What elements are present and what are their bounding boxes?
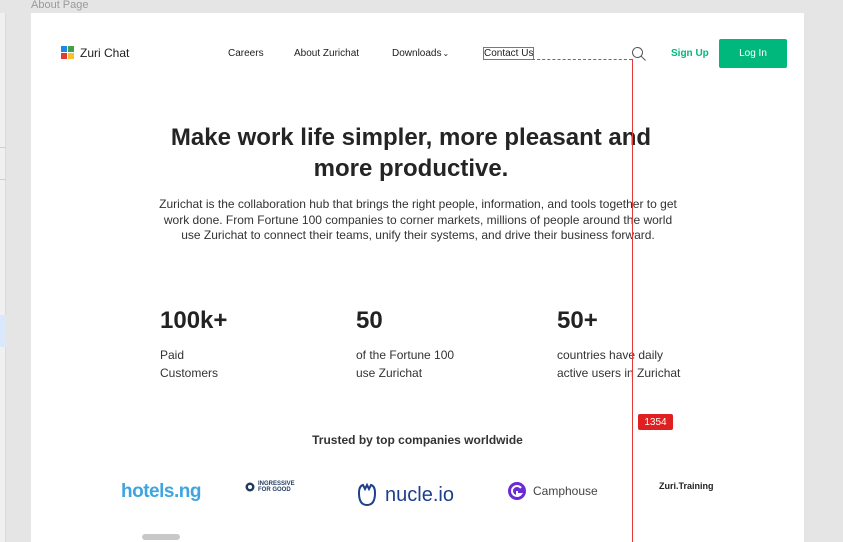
logo[interactable]: Zuri Chat [61, 46, 129, 60]
nav-link-downloads[interactable]: Downloads⌄ [392, 48, 449, 59]
stat-label-line: Paid [160, 348, 185, 362]
hero-title: Make work life simpler, more pleasant an… [131, 122, 691, 184]
login-button[interactable]: Log In [719, 39, 787, 68]
trusted-heading: Trusted by top companies worldwide [312, 433, 523, 447]
stat-label-line: Customers [160, 366, 219, 380]
chevron-down-icon: ⌄ [442, 49, 450, 58]
ingressive-logo-icon [245, 482, 255, 492]
stat-value: 50 [356, 307, 383, 334]
left-panel-divider [0, 147, 6, 148]
hero-title-line2: more productive. [313, 155, 509, 182]
brand-nucleio-logo: nucle.io [353, 481, 454, 509]
search-icon[interactable] [631, 46, 647, 62]
brand-camphouse-logo: Camphouse [507, 481, 598, 501]
measurement-guide-horizontal [532, 59, 632, 60]
ingressive-line: FOR GOOD [258, 487, 291, 493]
nav-link-downloads-label: Downloads [392, 48, 442, 59]
hero-description: Zurichat is the collaboration hub that b… [159, 197, 677, 242]
stat-label-line: use Zurichat [356, 366, 423, 380]
hero-title-line1: Make work life simpler, more pleasant an… [170, 124, 652, 151]
left-panel-edge [0, 13, 6, 542]
stat-customers: 100k+ Paid Customers [160, 307, 310, 382]
about-page-frame: Zuri Chat Careers About Zurichat Downloa… [31, 13, 804, 542]
stat-fortune: 50 of the Fortune 100 use Zurichat [356, 307, 506, 382]
frame-label[interactable]: About Page [31, 0, 89, 11]
scroll-handle[interactable] [142, 534, 180, 540]
brand-zuritraining-logo: Zuri.Training [659, 481, 714, 491]
camphouse-logo-icon [508, 482, 526, 500]
left-panel-divider [0, 179, 6, 180]
nucleio-wordmark: nucle.io [385, 483, 454, 506]
stat-value: 100k+ [160, 307, 228, 334]
brand-ingressive-logo: INGRESSIVE FOR GOOD [245, 481, 295, 493]
stat-label-line: of the Fortune 100 [356, 348, 455, 362]
brand-hotels-logo: hotels.ng [121, 481, 201, 502]
measurement-badge: 1354 [638, 414, 673, 430]
logo-text: Zuri Chat [80, 46, 130, 60]
left-panel-selection[interactable] [0, 315, 6, 347]
signup-link[interactable]: Sign Up [671, 48, 709, 59]
logo-mark-icon [61, 46, 75, 60]
stat-label: of the Fortune 100 use Zurichat [356, 346, 506, 382]
measurement-guide-vertical [632, 59, 633, 542]
nav-link-careers[interactable]: Careers [228, 48, 264, 59]
nav-link-about[interactable]: About Zurichat [294, 48, 359, 59]
ingressive-wordmark: INGRESSIVE FOR GOOD [258, 481, 295, 493]
camphouse-wordmark: Camphouse [533, 484, 598, 498]
nav-link-contact[interactable]: Contact Us [482, 47, 535, 60]
stat-label: Paid Customers [160, 346, 310, 382]
nucleio-logo-icon [357, 482, 377, 507]
